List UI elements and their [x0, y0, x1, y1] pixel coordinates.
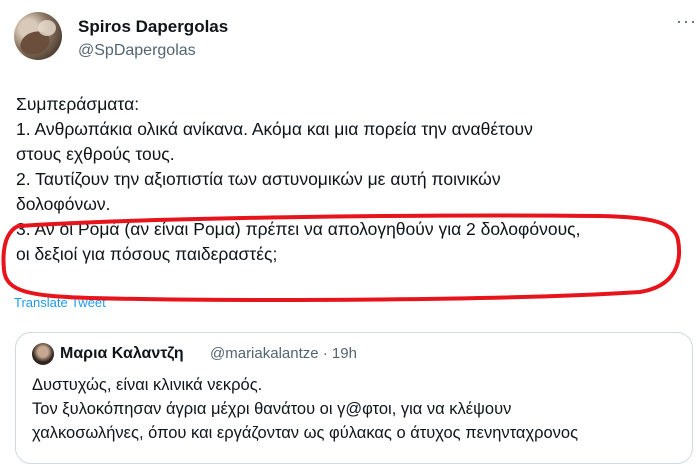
author-handle[interactable]: @SpDapergolas: [78, 42, 196, 60]
quoted-line: Δυστυχώς, είναι κλινικά νεκρός.: [32, 376, 263, 394]
quoted-author-meta: @mariakalantze · 19h: [210, 345, 357, 362]
translate-tweet-link[interactable]: Translate Tweet: [14, 295, 106, 310]
quoted-text: Δυστυχώς, είναι κλινικά νεκρός. Τον ξυλο…: [32, 373, 578, 445]
quoted-avatar: [32, 343, 54, 365]
quoted-line: χαλκοσωλήνες, όπου και εργάζονταν ως φύλ…: [32, 424, 579, 442]
tweet-line: Συμπεράσματα:: [16, 94, 140, 114]
tweet-line: στους εχθρούς τους.: [16, 144, 175, 164]
tweet-text: Συμπεράσματα: 1. Ανθρωπάκια ολικά ανίκαν…: [16, 92, 686, 267]
tweet-line: δολοφόνων.: [16, 194, 111, 214]
tweet-line: οι δεξιοί για πόσους παιδεραστές;: [16, 244, 278, 264]
tweet-line: 1. Ανθρωπάκια ολικά ανίκανα. Ακόμα και μ…: [16, 119, 533, 139]
tweet: Spiros Dapergolas @SpDapergolas ··· Συμπ…: [0, 0, 698, 464]
quoted-tweet[interactable]: Μαρια Καλαντζη @mariakalantze · 19h Δυστ…: [15, 332, 693, 464]
quoted-line: Τον ξυλοκόπησαν άγρια μέχρι θανάτου οι γ…: [32, 400, 512, 418]
more-options-icon[interactable]: ···: [676, 11, 697, 32]
quoted-author-name: Μαρια Καλαντζη: [60, 345, 184, 362]
tweet-line: 2. Ταυτίζουν την αξιοπιστία των αστυνομι…: [16, 169, 501, 189]
avatar[interactable]: [14, 12, 62, 60]
author-name[interactable]: Spiros Dapergolas: [78, 17, 228, 37]
tweet-line: 3. Αν οι Ρομά (αν είναι Ρομα) πρέπει να …: [16, 219, 581, 239]
